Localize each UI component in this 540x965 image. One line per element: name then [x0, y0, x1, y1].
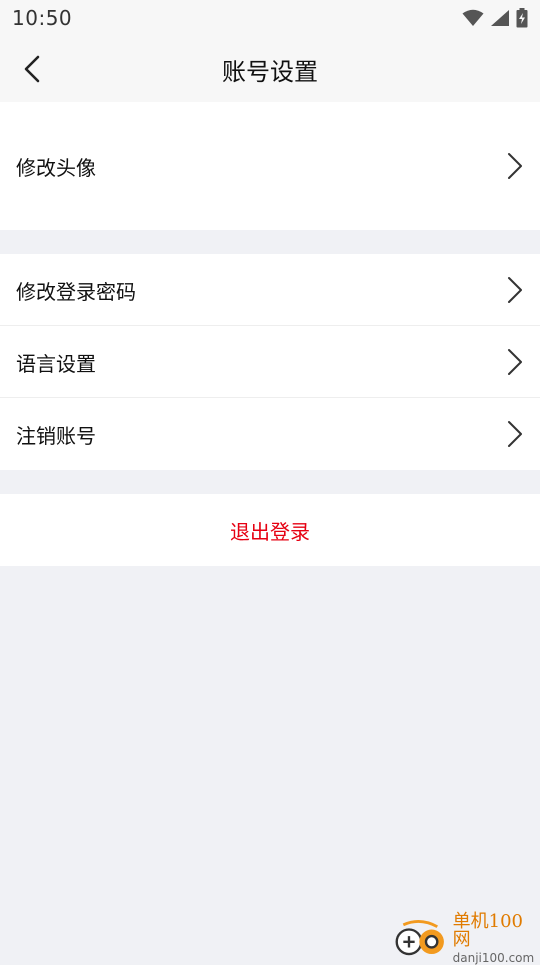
- battery-icon: [516, 8, 528, 28]
- language-settings-row[interactable]: 语言设置: [0, 326, 540, 398]
- status-time: 10:50: [12, 6, 73, 30]
- watermark-logo-icon: [395, 920, 444, 956]
- change-password-row[interactable]: 修改登录密码: [0, 254, 540, 326]
- signal-icon: [491, 10, 509, 26]
- chevron-right-icon: [506, 275, 524, 305]
- chevron-left-icon: [24, 55, 40, 83]
- chevron-right-icon: [506, 419, 524, 449]
- chevron-right-icon: [506, 347, 524, 377]
- watermark-url: danji100.com: [452, 950, 535, 965]
- page-title: 账号设置: [222, 57, 318, 86]
- watermark-text: 单机100网 danji100.com: [452, 910, 536, 965]
- logout-button[interactable]: 退出登录: [0, 494, 540, 566]
- watermark: 单机100网 danji100.com: [388, 912, 540, 964]
- status-icons: [462, 8, 528, 28]
- chevron-right-icon: [506, 151, 524, 181]
- wifi-icon: [462, 9, 484, 26]
- language-settings-label: 语言设置: [16, 351, 96, 376]
- nav-bar: 账号设置: [0, 36, 540, 102]
- change-avatar-label: 修改头像: [16, 155, 96, 180]
- delete-account-label: 注销账号: [16, 423, 96, 448]
- change-avatar-row[interactable]: 修改头像: [0, 102, 540, 230]
- settings-group-account: 修改登录密码 语言设置 注销账号: [0, 254, 540, 470]
- back-button[interactable]: [18, 55, 46, 83]
- logout-label: 退出登录: [230, 519, 310, 544]
- watermark-name: 单机100网: [452, 910, 523, 950]
- delete-account-row[interactable]: 注销账号: [0, 398, 540, 470]
- settings-group-avatar: 修改头像: [0, 102, 540, 230]
- change-password-label: 修改登录密码: [16, 279, 136, 304]
- status-bar: 10:50: [0, 0, 540, 36]
